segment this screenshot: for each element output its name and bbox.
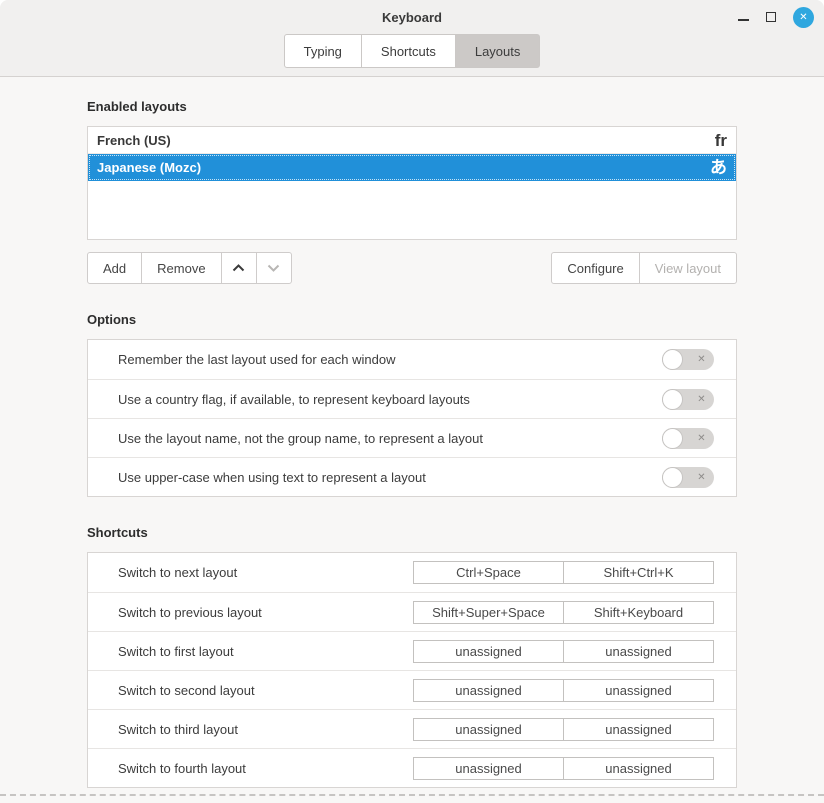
keybinding-group: unassigned unassigned: [413, 640, 714, 663]
toggle-country-flag[interactable]: ✕: [662, 389, 714, 410]
close-icon: ✕: [793, 7, 814, 28]
toggle-knob: [662, 467, 683, 488]
layout-row-japanese[interactable]: Japanese (Mozc) あ: [88, 154, 736, 181]
maximize-button[interactable]: [766, 12, 776, 22]
toggle-off-icon: ✕: [691, 428, 712, 449]
actions-spacer: [292, 252, 552, 284]
move-layout-down-button[interactable]: [256, 252, 292, 284]
chevron-down-icon: [267, 264, 280, 272]
layout-row-french[interactable]: French (US) fr: [88, 127, 736, 154]
option-row-upper-case: Use upper-case when using text to repres…: [88, 457, 736, 496]
configure-layout-button[interactable]: Configure: [551, 252, 639, 284]
shortcut-row-third-layout: Switch to third layout unassigned unassi…: [88, 709, 736, 748]
option-label: Use a country flag, if available, to rep…: [118, 392, 470, 407]
add-layout-button[interactable]: Add: [87, 252, 142, 284]
move-layout-up-button[interactable]: [221, 252, 257, 284]
layout-name: Japanese (Mozc): [97, 160, 201, 175]
shortcut-row-fourth-layout: Switch to fourth layout unassigned unass…: [88, 748, 736, 787]
tab-bar: Typing Shortcuts Layouts: [0, 34, 824, 68]
chevron-up-icon: [232, 264, 245, 272]
layout-list-actions: Add Remove Configure View layout: [87, 252, 737, 284]
shortcut-row-first-layout: Switch to first layout unassigned unassi…: [88, 631, 736, 670]
keybinding-button[interactable]: Shift+Ctrl+K: [563, 561, 714, 584]
option-label: Use the layout name, not the group name,…: [118, 431, 483, 446]
maximize-icon: [766, 12, 776, 22]
option-label: Remember the last layout used for each w…: [118, 352, 395, 367]
shortcut-label: Switch to previous layout: [118, 605, 262, 620]
option-row-remember-layout: Remember the last layout used for each w…: [88, 340, 736, 379]
tab-typing[interactable]: Typing: [284, 34, 362, 68]
keybinding-button[interactable]: unassigned: [413, 640, 564, 663]
shortcut-row-next-layout: Switch to next layout Ctrl+Space Shift+C…: [88, 553, 736, 592]
bottom-dashed-divider: [0, 794, 824, 796]
remove-layout-button[interactable]: Remove: [141, 252, 221, 284]
shortcut-row-second-layout: Switch to second layout unassigned unass…: [88, 670, 736, 709]
shortcut-label: Switch to first layout: [118, 644, 234, 659]
minimize-button[interactable]: [738, 13, 749, 21]
toggle-knob: [662, 349, 683, 370]
keybinding-button[interactable]: unassigned: [563, 718, 714, 741]
keybinding-button[interactable]: unassigned: [563, 757, 714, 780]
option-label: Use upper-case when using text to repres…: [118, 470, 426, 485]
close-button[interactable]: ✕: [793, 7, 814, 28]
layout-indicator-glyph: あ: [710, 159, 727, 176]
toggle-off-icon: ✕: [691, 349, 712, 370]
enabled-layouts-list: French (US) fr Japanese (Mozc) あ: [87, 126, 737, 240]
shortcut-label: Switch to next layout: [118, 565, 237, 580]
keybinding-button[interactable]: unassigned: [413, 718, 564, 741]
window-controls: ✕: [738, 0, 814, 34]
tab-layouts[interactable]: Layouts: [455, 34, 541, 68]
keybinding-button[interactable]: unassigned: [413, 679, 564, 702]
keybinding-button[interactable]: unassigned: [563, 640, 714, 663]
keybinding-group: unassigned unassigned: [413, 679, 714, 702]
shortcuts-box: Switch to next layout Ctrl+Space Shift+C…: [87, 552, 737, 788]
toggle-off-icon: ✕: [691, 467, 712, 488]
keybinding-group: unassigned unassigned: [413, 757, 714, 780]
keybinding-group: Shift+Super+Space Shift+Keyboard: [413, 601, 714, 624]
keybinding-group: unassigned unassigned: [413, 718, 714, 741]
shortcut-label: Switch to third layout: [118, 722, 238, 737]
keybinding-button[interactable]: Shift+Super+Space: [413, 601, 564, 624]
window-header: Keyboard ✕ Typing Shortcuts Layouts: [0, 0, 824, 77]
keybinding-button[interactable]: unassigned: [563, 679, 714, 702]
toggle-layout-name[interactable]: ✕: [662, 428, 714, 449]
titlebar[interactable]: Keyboard ✕: [0, 0, 824, 34]
toggle-remember-layout[interactable]: ✕: [662, 349, 714, 370]
keybinding-group: Ctrl+Space Shift+Ctrl+K: [413, 561, 714, 584]
options-box: Remember the last layout used for each w…: [87, 339, 737, 497]
toggle-upper-case[interactable]: ✕: [662, 467, 714, 488]
keybinding-button[interactable]: Ctrl+Space: [413, 561, 564, 584]
shortcuts-heading: Shortcuts: [87, 525, 737, 540]
shortcut-label: Switch to fourth layout: [118, 761, 246, 776]
window-title: Keyboard: [382, 10, 442, 25]
keyboard-settings-window: Keyboard ✕ Typing Shortcuts Layouts Enab…: [0, 0, 824, 803]
layouts-panel: Enabled layouts French (US) fr Japanese …: [0, 77, 824, 788]
keybinding-button[interactable]: Shift+Keyboard: [563, 601, 714, 624]
shortcut-row-previous-layout: Switch to previous layout Shift+Super+Sp…: [88, 592, 736, 631]
toggle-off-icon: ✕: [691, 389, 712, 410]
view-layout-button[interactable]: View layout: [639, 252, 737, 284]
toggle-knob: [662, 428, 683, 449]
minimize-icon: [738, 19, 749, 21]
toggle-knob: [662, 389, 683, 410]
tab-shortcuts[interactable]: Shortcuts: [361, 34, 456, 68]
shortcut-label: Switch to second layout: [118, 683, 255, 698]
option-row-layout-name: Use the layout name, not the group name,…: [88, 418, 736, 457]
options-heading: Options: [87, 312, 737, 327]
enabled-layouts-heading: Enabled layouts: [87, 99, 737, 114]
layout-indicator-glyph: fr: [715, 132, 727, 149]
keybinding-button[interactable]: unassigned: [413, 757, 564, 780]
option-row-country-flag: Use a country flag, if available, to rep…: [88, 379, 736, 418]
layout-name: French (US): [97, 133, 171, 148]
